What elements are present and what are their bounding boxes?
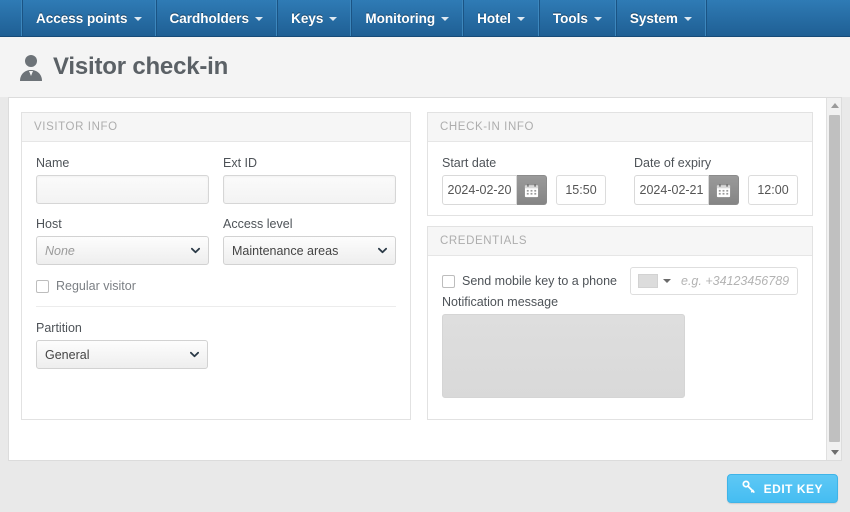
page-title: Visitor check-in bbox=[53, 53, 229, 80]
credentials-panel-title: CREDENTIALS bbox=[440, 235, 528, 247]
notification-message-textarea[interactable] bbox=[442, 314, 685, 398]
checkin-info-panel-body: Start date 2024-02-20 15:50 Date of expi… bbox=[428, 142, 812, 215]
chevron-down-icon bbox=[441, 17, 450, 21]
nav-item-label: Cardholders bbox=[169, 10, 250, 26]
partition-select[interactable]: General bbox=[36, 340, 208, 369]
nav-item-label: Hotel bbox=[477, 10, 511, 26]
host-accesslevel-row: Host None Access level Maintenance areas bbox=[36, 217, 396, 265]
phone-number-field[interactable]: e.g. +34123456789 bbox=[630, 267, 798, 295]
user-icon bbox=[18, 52, 44, 82]
nav-item-hotel[interactable]: Hotel bbox=[463, 0, 539, 36]
visitor-info-divider bbox=[36, 306, 396, 307]
partition-field-group: Partition General bbox=[36, 321, 208, 369]
ext-id-field-group: Ext ID bbox=[223, 156, 396, 204]
checkin-info-panel-header: CHECK-IN INFO bbox=[428, 113, 812, 142]
access-level-select-value: Maintenance areas bbox=[232, 243, 339, 258]
nav-item-access-points[interactable]: Access points bbox=[22, 0, 156, 36]
nav-item-keys[interactable]: Keys bbox=[277, 0, 352, 36]
nav-item-label: Tools bbox=[552, 10, 588, 26]
start-date-controls: 2024-02-20 15:50 bbox=[442, 175, 606, 205]
host-select[interactable]: None bbox=[36, 236, 209, 265]
page-header: Visitor check-in bbox=[0, 37, 850, 97]
send-mobile-key-label[interactable]: Send mobile key to a phone bbox=[462, 274, 617, 288]
start-time-input[interactable]: 15:50 bbox=[556, 175, 606, 205]
credentials-panel-body: Send mobile key to a phone e.g. +3412345… bbox=[428, 256, 812, 413]
nav-item-label: System bbox=[629, 10, 678, 26]
visitor-info-panel-header: VISITOR INFO bbox=[22, 113, 410, 142]
credentials-panel-header: CREDENTIALS bbox=[428, 227, 812, 256]
credentials-panel: CREDENTIALS Send mobile key to a phone e… bbox=[427, 226, 813, 420]
chevron-down-icon bbox=[133, 17, 142, 21]
expiry-date-label: Date of expiry bbox=[634, 156, 712, 170]
edit-key-button-label: EDIT KEY bbox=[763, 481, 823, 496]
calendar-icon[interactable] bbox=[709, 175, 739, 205]
ext-id-label: Ext ID bbox=[223, 156, 258, 170]
key-icon bbox=[742, 480, 756, 497]
calendar-icon[interactable] bbox=[517, 175, 547, 205]
phone-placeholder: e.g. +34123456789 bbox=[681, 274, 790, 288]
chevron-down-icon bbox=[516, 17, 525, 21]
chevron-down-icon bbox=[683, 17, 692, 21]
expiry-date-group: Date of expiry 2024-02-21 12:00 bbox=[634, 156, 798, 205]
visitor-info-panel-body: Name Ext ID Host None Access level Maint… bbox=[22, 142, 410, 379]
partition-select-value: General bbox=[45, 347, 90, 362]
start-date-input[interactable]: 2024-02-20 bbox=[442, 175, 517, 205]
main-navbar: Access points Cardholders Keys Monitorin… bbox=[0, 0, 850, 37]
name-field-group: Name bbox=[36, 156, 209, 204]
chevron-down-icon bbox=[190, 350, 199, 359]
checkin-info-panel-title: CHECK-IN INFO bbox=[440, 121, 535, 133]
scroll-up-arrow-icon[interactable] bbox=[827, 98, 842, 113]
start-date-group: Start date 2024-02-20 15:50 bbox=[442, 156, 606, 205]
partition-label: Partition bbox=[36, 321, 82, 335]
host-select-value: None bbox=[45, 243, 75, 258]
name-label: Name bbox=[36, 156, 70, 170]
chevron-down-icon bbox=[329, 17, 338, 21]
start-date-label: Start date bbox=[442, 156, 497, 170]
access-level-field-group: Access level Maintenance areas bbox=[223, 217, 396, 265]
navbar-empty-area bbox=[705, 0, 850, 36]
regular-visitor-label[interactable]: Regular visitor bbox=[56, 279, 136, 293]
dates-row: Start date 2024-02-20 15:50 Date of expi… bbox=[442, 156, 798, 205]
name-input[interactable] bbox=[36, 175, 209, 204]
expiry-time-input[interactable]: 12:00 bbox=[748, 175, 798, 205]
scrollbar-thumb[interactable] bbox=[829, 115, 840, 442]
visitor-info-panel-title: VISITOR INFO bbox=[34, 121, 118, 133]
nav-item-label: Monitoring bbox=[365, 10, 436, 26]
name-extid-row: Name Ext ID bbox=[36, 156, 396, 204]
nav-item-monitoring[interactable]: Monitoring bbox=[351, 0, 464, 36]
chevron-down-icon bbox=[255, 17, 264, 21]
notification-message-label: Notification message bbox=[442, 295, 559, 309]
chevron-down-icon[interactable] bbox=[663, 279, 671, 283]
chevron-down-icon bbox=[593, 17, 602, 21]
access-level-select[interactable]: Maintenance areas bbox=[223, 236, 396, 265]
chevron-down-icon bbox=[378, 246, 387, 255]
visitor-info-panel: VISITOR INFO Name Ext ID Host None Acces… bbox=[21, 112, 411, 420]
scroll-down-arrow-icon[interactable] bbox=[827, 445, 842, 460]
nav-item-system[interactable]: System bbox=[615, 0, 706, 36]
chevron-down-icon bbox=[191, 246, 200, 255]
flag-icon[interactable] bbox=[638, 274, 658, 288]
edit-key-button[interactable]: EDIT KEY bbox=[726, 474, 838, 503]
vertical-scrollbar[interactable] bbox=[826, 98, 841, 460]
regular-visitor-row[interactable]: Regular visitor bbox=[36, 279, 396, 293]
regular-visitor-checkbox[interactable] bbox=[36, 279, 49, 293]
content-card: VISITOR INFO Name Ext ID Host None Acces… bbox=[8, 97, 842, 461]
nav-item-label: Keys bbox=[291, 10, 324, 26]
ext-id-input[interactable] bbox=[223, 175, 396, 204]
host-field-group: Host None bbox=[36, 217, 209, 265]
expiry-date-input[interactable]: 2024-02-21 bbox=[634, 175, 709, 205]
navbar-left-spacer bbox=[0, 0, 22, 36]
expiry-date-controls: 2024-02-21 12:00 bbox=[634, 175, 798, 205]
nav-item-label: Access points bbox=[36, 10, 128, 26]
host-label: Host bbox=[36, 217, 62, 231]
nav-item-cardholders[interactable]: Cardholders bbox=[155, 0, 278, 36]
checkin-info-panel: CHECK-IN INFO Start date 2024-02-20 15:5… bbox=[427, 112, 813, 216]
nav-item-tools[interactable]: Tools bbox=[538, 0, 616, 36]
send-mobile-key-checkbox[interactable] bbox=[442, 274, 455, 288]
access-level-label: Access level bbox=[223, 217, 293, 231]
